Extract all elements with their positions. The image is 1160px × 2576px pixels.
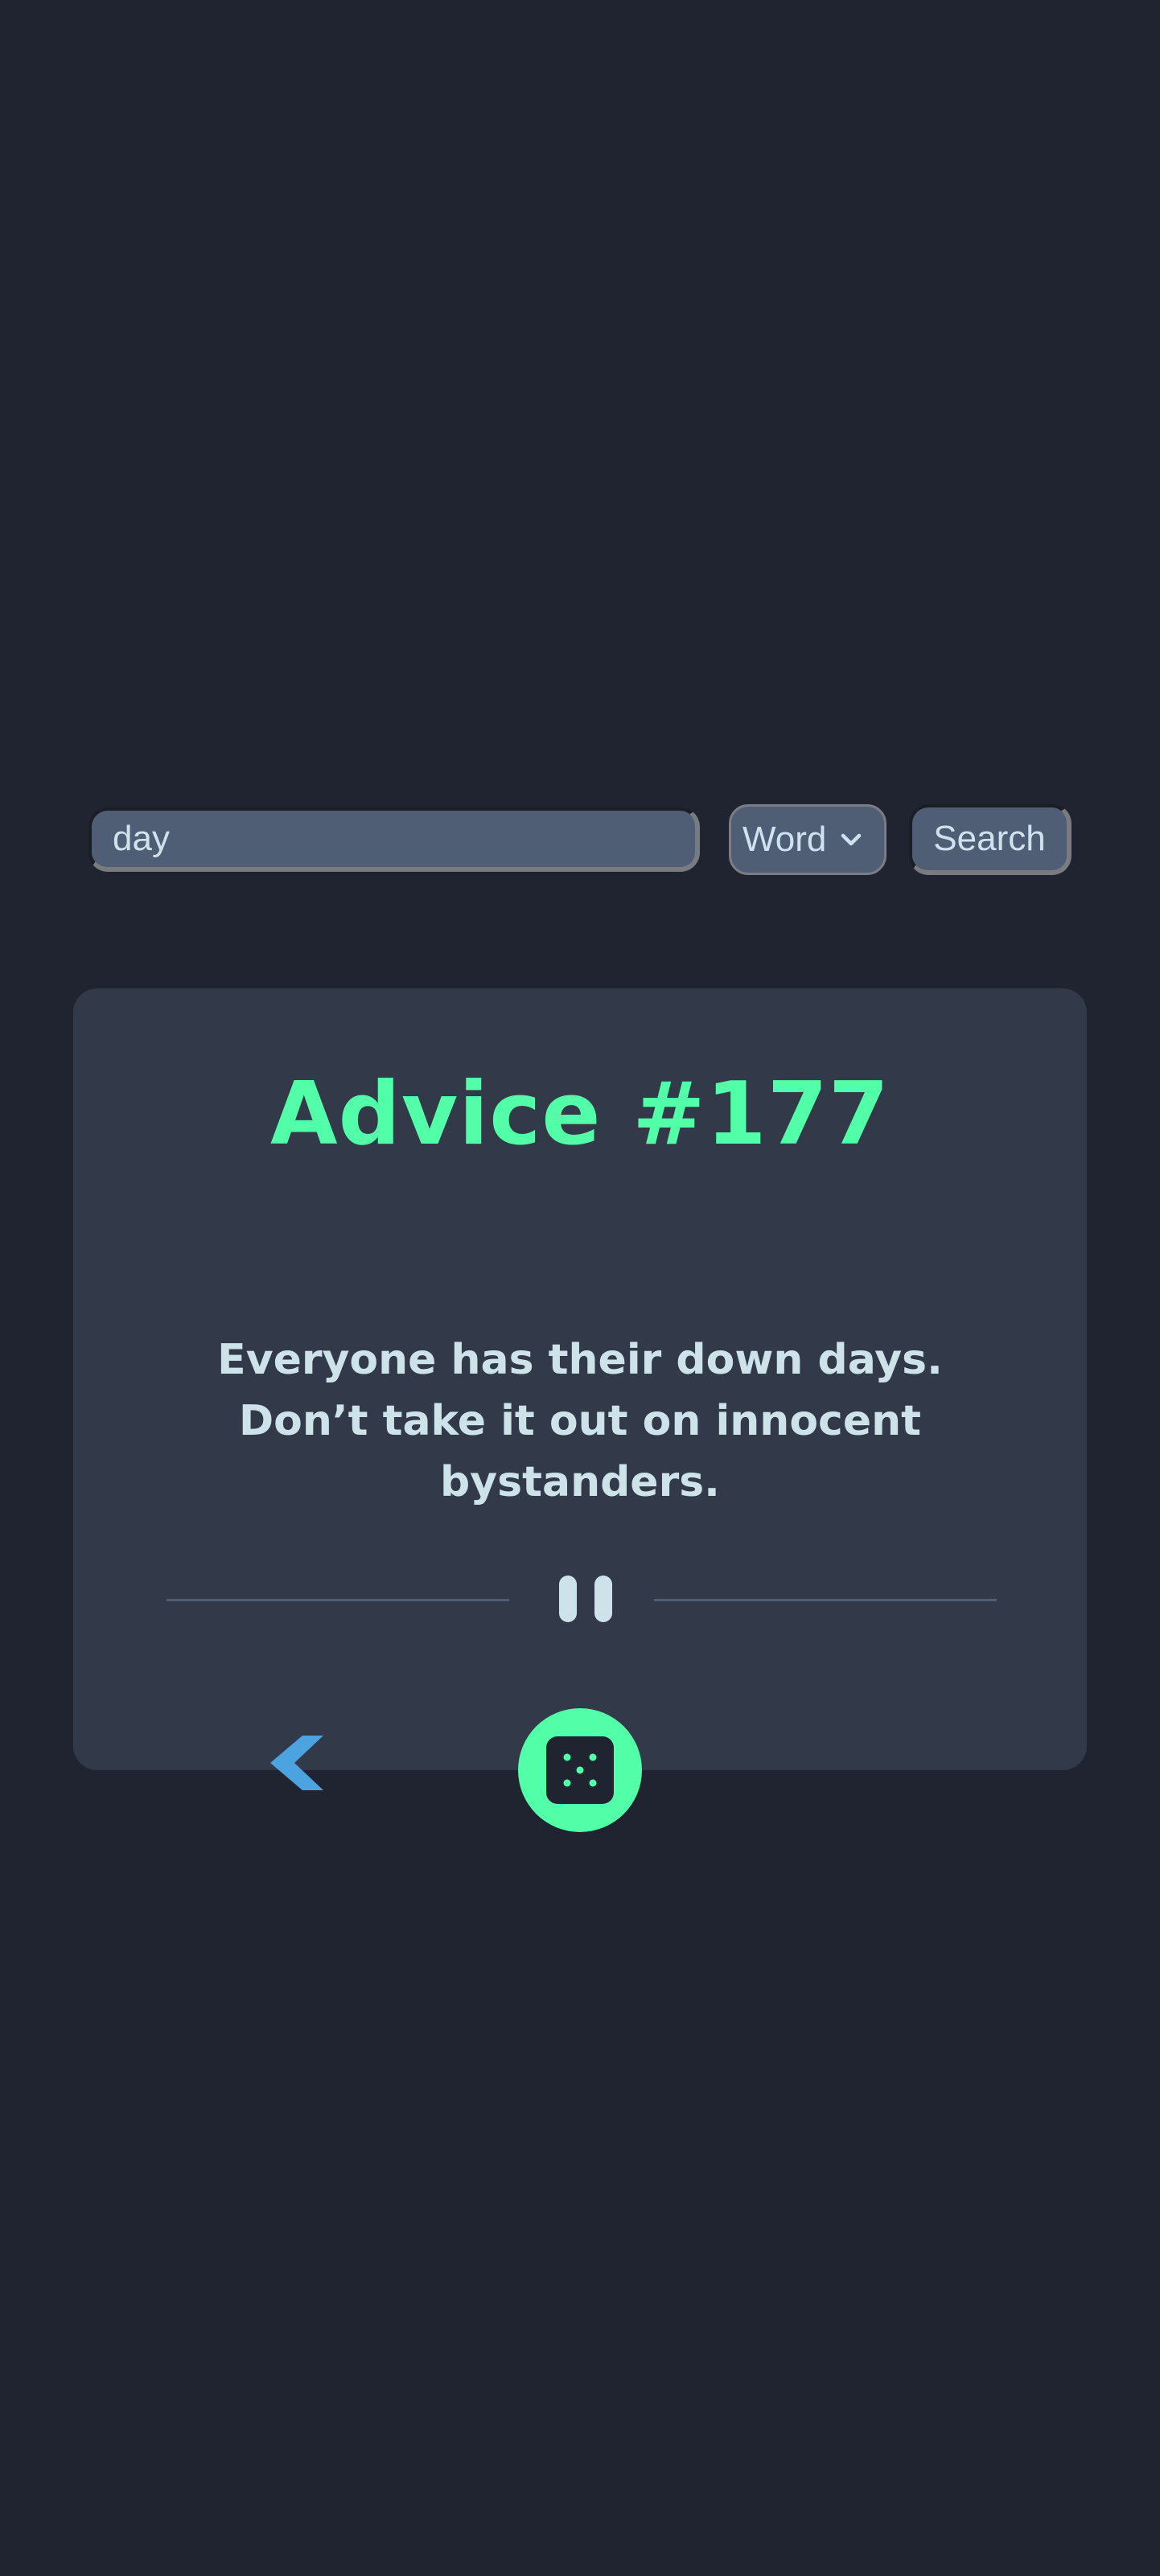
random-advice-button[interactable]	[518, 1708, 642, 1832]
search-mode-label: Word	[742, 820, 827, 859]
divider-line-right	[654, 1599, 997, 1601]
search-mode-select[interactable]: Word	[729, 804, 886, 875]
dice-icon	[546, 1736, 614, 1804]
search-input[interactable]	[88, 807, 700, 872]
advice-card: Advice #177 Everyone has their down days…	[73, 988, 1087, 1770]
chevron-down-icon	[841, 833, 862, 846]
advice-text: Everyone has their down days. Don’t take…	[217, 1336, 943, 1506]
previous-advice-button[interactable]	[267, 1732, 328, 1793]
advice-title: Advice #177	[269, 1064, 891, 1165]
divider-line-left	[167, 1599, 509, 1601]
chevron-left-icon	[270, 1736, 323, 1790]
divider	[167, 1576, 997, 1624]
search-bar: Word Search	[88, 804, 1072, 875]
search-button[interactable]: Search	[909, 804, 1072, 875]
pause-icon	[554, 1576, 614, 1624]
